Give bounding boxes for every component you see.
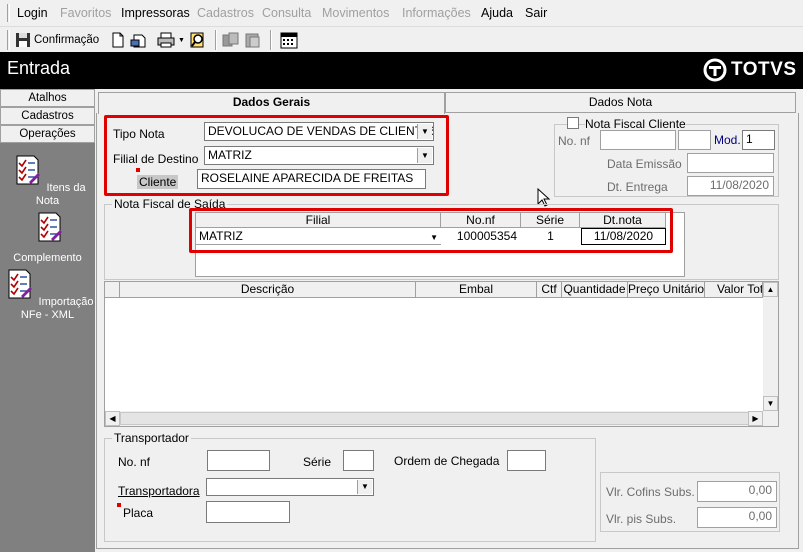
- nota-fiscal-cliente-checkbox[interactable]: [567, 117, 579, 129]
- scroll-left-icon[interactable]: ◀: [105, 411, 120, 426]
- placa-field[interactable]: [206, 501, 290, 523]
- sidebar-item-importacao-nfe[interactable]: Importação NFe - XML: [0, 267, 95, 322]
- copy-button[interactable]: [222, 30, 240, 50]
- scroll-thumb[interactable]: [120, 412, 750, 425]
- items-col-ctf[interactable]: Ctf: [537, 282, 562, 298]
- export-document-icon: [130, 34, 146, 48]
- menu-login[interactable]: Login: [17, 6, 48, 20]
- dt-entrega-field[interactable]: 11/08/2020: [687, 176, 774, 196]
- ordem-chegada-field[interactable]: [507, 450, 546, 471]
- placa-label: Placa: [123, 506, 154, 520]
- menu-movimentos[interactable]: Movimentos: [322, 6, 389, 20]
- calendar-button[interactable]: [280, 30, 298, 50]
- transport-serie-label: Série: [303, 455, 332, 469]
- highlight-box-general: [104, 115, 449, 196]
- logo-text: TOTVS: [731, 59, 797, 80]
- sidebar: Atalhos Cadastros Operações Itens da Not…: [0, 89, 95, 552]
- brand-logo: TOTVS: [703, 58, 797, 82]
- scroll-corner: [763, 411, 778, 426]
- transport-nonf-label: No. nf: [118, 455, 151, 469]
- sidebar-item-itens-da-nota[interactable]: Itens da Nota: [0, 153, 95, 208]
- highlight-box-saida: [189, 208, 673, 253]
- items-col-indicator: [105, 282, 120, 298]
- required-marker: [117, 503, 121, 507]
- toolbar-separator: [270, 30, 272, 50]
- transportadora-label[interactable]: Transportadora: [118, 484, 200, 498]
- toolbar-separator: [215, 30, 217, 50]
- paste-icon: [245, 33, 260, 48]
- vertical-scrollbar[interactable]: [763, 282, 778, 410]
- cofins-label: Vlr. Cofins Subs.: [606, 485, 695, 499]
- scroll-up-icon[interactable]: ▲: [763, 282, 778, 297]
- new-document-button[interactable]: [110, 30, 126, 50]
- search-document-icon: [190, 32, 204, 48]
- client-serie-field[interactable]: [678, 130, 711, 150]
- data-emissao-label: Data Emissão: [607, 157, 682, 171]
- save-icon: [16, 33, 30, 47]
- document-checklist-icon: [8, 269, 33, 299]
- menu-consulta[interactable]: Consulta: [262, 6, 311, 20]
- sidebar-item-complemento[interactable]: Complemento: [0, 210, 95, 265]
- sidebar-item-label: Complemento: [13, 252, 82, 264]
- client-nonf-label: No. nf: [558, 134, 591, 148]
- items-col-descricao[interactable]: Descrição: [120, 282, 416, 298]
- sidebar-tab-cadastros[interactable]: Cadastros: [0, 107, 95, 125]
- toolbar: Confirmação ▼: [0, 26, 803, 52]
- confirm-button[interactable]: Confirmação: [15, 30, 99, 50]
- chevron-down-icon: ▼: [178, 36, 185, 44]
- tab-dados-gerais[interactable]: Dados Gerais: [98, 92, 445, 114]
- paste-button[interactable]: [244, 30, 262, 50]
- document-checklist-icon: [38, 212, 62, 242]
- menu-grip: [7, 4, 10, 22]
- items-col-preco-unitario[interactable]: Preço Unitário: [628, 282, 705, 298]
- transport-group-title: Transportador: [112, 431, 191, 445]
- totvs-logo-icon: [703, 58, 727, 82]
- copy-icon: [222, 32, 239, 47]
- client-nonf-field[interactable]: [600, 130, 676, 150]
- search-button[interactable]: [189, 30, 207, 50]
- pis-field[interactable]: 0,00: [697, 507, 777, 528]
- export-button[interactable]: [130, 30, 148, 50]
- mod-label: Mod.: [714, 133, 741, 147]
- transport-nonf-field[interactable]: [207, 450, 270, 471]
- menu-ajuda[interactable]: Ajuda: [481, 6, 513, 20]
- items-col-quantidade[interactable]: Quantidade: [562, 282, 628, 298]
- sidebar-tab-operacoes[interactable]: Operações: [0, 125, 95, 143]
- scroll-right-icon[interactable]: ▶: [748, 411, 763, 426]
- new-document-icon: [112, 32, 124, 48]
- toolbar-grip: [7, 30, 10, 50]
- menu-cadastros[interactable]: Cadastros: [197, 6, 254, 20]
- page-title: Entrada: [7, 58, 71, 78]
- items-col-valor-total[interactable]: Valor Tota: [705, 282, 763, 298]
- document-checklist-icon: [16, 155, 41, 185]
- confirm-label: Confirmação: [34, 34, 100, 46]
- chevron-down-icon[interactable]: ▼: [357, 480, 372, 494]
- scroll-down-icon[interactable]: ▼: [763, 396, 778, 411]
- menu-favoritos[interactable]: Favoritos: [60, 6, 111, 20]
- data-emissao-field[interactable]: [687, 153, 774, 173]
- ordem-chegada-label: Ordem de Chegada: [394, 454, 500, 468]
- calendar-icon: [280, 32, 298, 49]
- transportadora-select[interactable]: ▼: [206, 478, 374, 496]
- cofins-field[interactable]: 0,00: [697, 481, 777, 502]
- mod-field[interactable]: 1: [742, 130, 775, 150]
- nota-fiscal-cliente-label: Nota Fiscal Cliente: [585, 117, 686, 131]
- tab-dados-nota[interactable]: Dados Nota: [445, 92, 796, 113]
- printer-icon: [157, 32, 175, 48]
- items-col-embal[interactable]: Embal: [416, 282, 537, 298]
- transport-serie-field[interactable]: [343, 450, 374, 471]
- menu-sair[interactable]: Sair: [525, 6, 547, 20]
- menu-bar: Login Favoritos Impressoras Cadastros Co…: [0, 0, 803, 26]
- sidebar-tab-atalhos[interactable]: Atalhos: [0, 89, 95, 107]
- menu-impressoras[interactable]: Impressoras: [121, 6, 190, 20]
- sidebar-item-label: Itens da Nota: [35, 182, 86, 207]
- items-grid: [104, 281, 779, 427]
- print-button[interactable]: ▼: [157, 30, 185, 50]
- window-header: Entrada TOTVS: [0, 52, 803, 89]
- dt-entrega-label: Dt. Entrega: [607, 180, 668, 194]
- menu-informacoes[interactable]: Informações: [402, 6, 471, 20]
- pis-label: Vlr. pis Subs.: [606, 512, 677, 526]
